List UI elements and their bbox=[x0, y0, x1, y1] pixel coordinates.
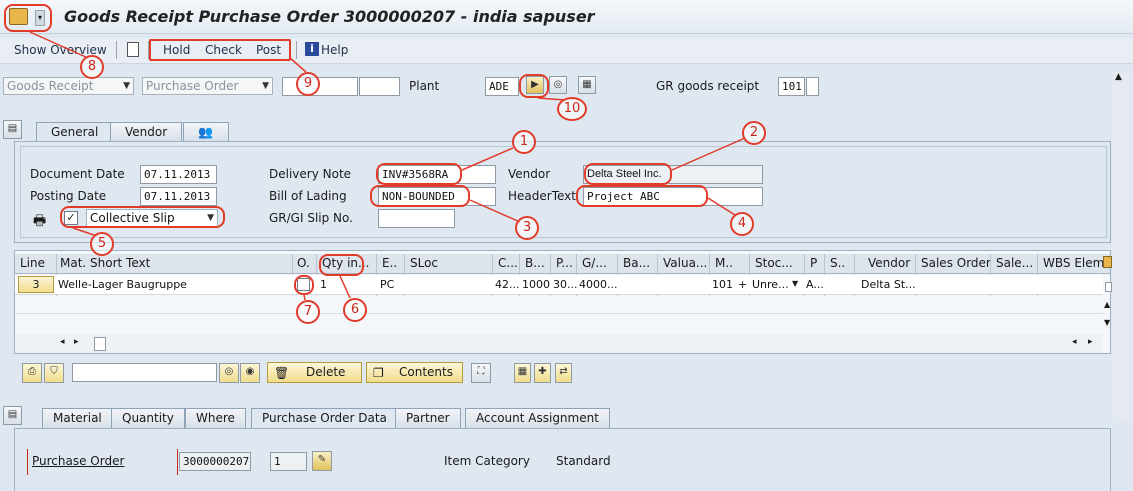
callout-1: 1 bbox=[512, 130, 536, 154]
callout-7: 7 bbox=[296, 300, 320, 324]
callout-5: 5 bbox=[90, 232, 114, 256]
callout-6: 6 bbox=[343, 298, 367, 322]
callout-10: 10 bbox=[557, 97, 587, 121]
annotation-connectors bbox=[29, 31, 746, 301]
callout-2: 2 bbox=[742, 121, 766, 145]
callout-8: 8 bbox=[80, 55, 104, 79]
callout-3: 3 bbox=[515, 216, 539, 240]
callout-9: 9 bbox=[296, 72, 320, 96]
callout-4: 4 bbox=[730, 212, 754, 236]
